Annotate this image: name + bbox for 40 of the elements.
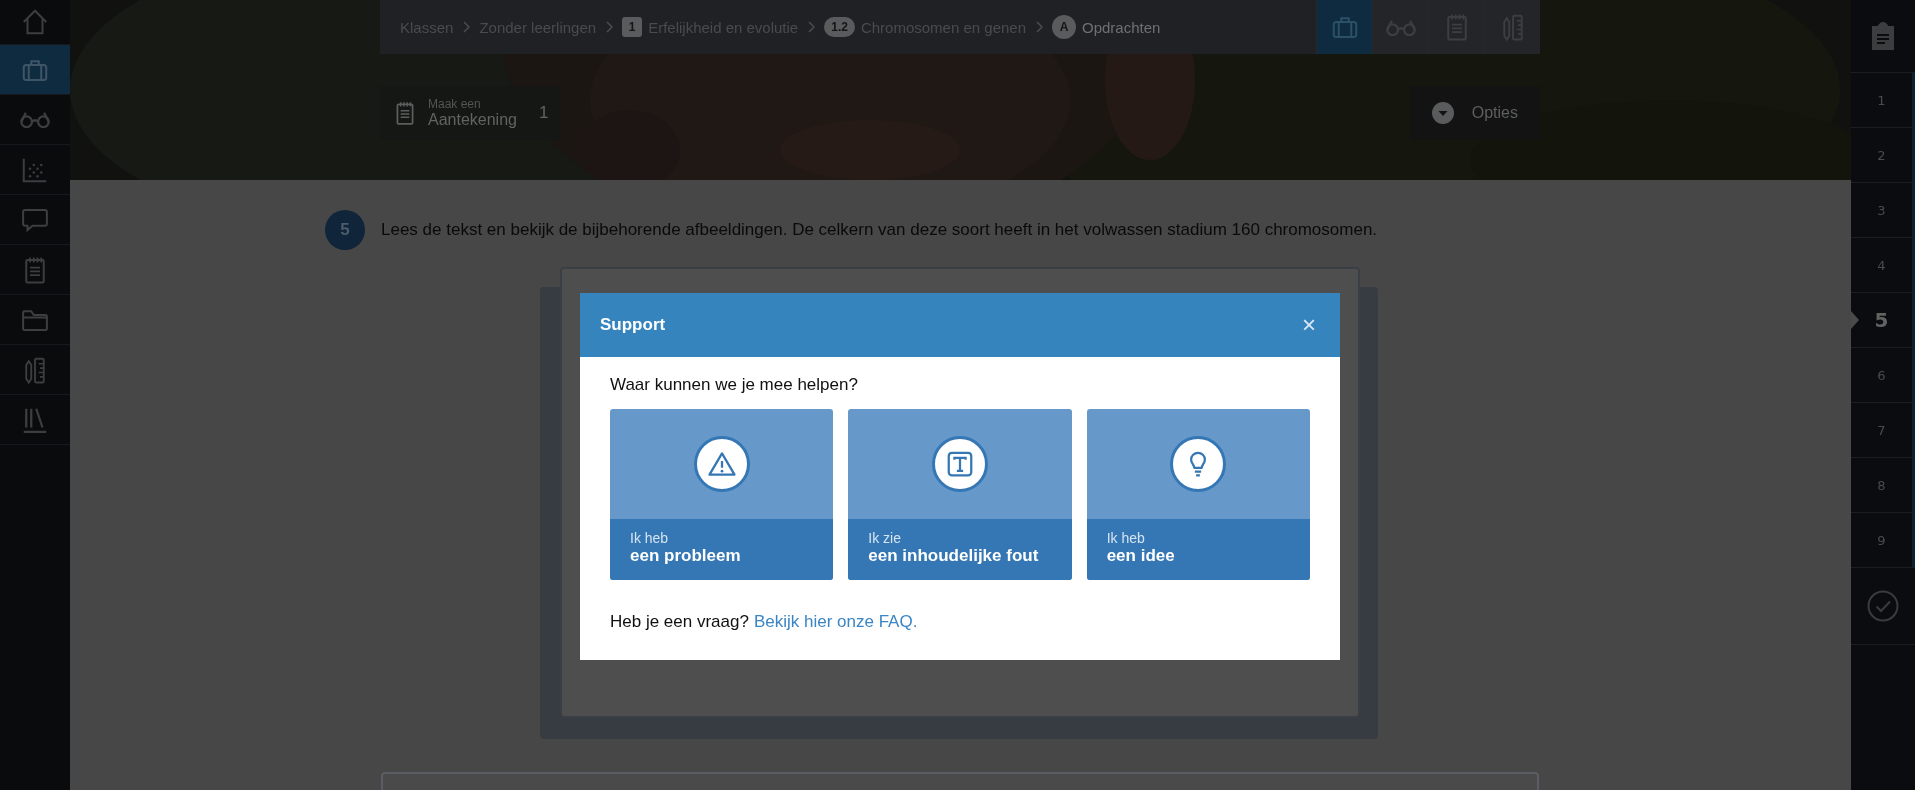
faq-link[interactable]: Bekijk hier onze FAQ. [753, 612, 918, 632]
toolbar-button[interactable] [1316, 0, 1372, 54]
check-circle-icon [1867, 590, 1899, 622]
support-option-tile[interactable]: Ik heb een idee [1086, 409, 1310, 580]
faq-question: Heb je een vraag? [610, 612, 749, 632]
support-option-tile[interactable]: Ik zie een inhoudelijke fout [848, 409, 1072, 580]
question-tab[interactable]: 6 [1851, 348, 1915, 403]
question-tab[interactable]: 8 [1851, 458, 1915, 513]
question-tab[interactable]: 5 [1851, 293, 1915, 348]
dropdown-icon [1431, 102, 1454, 124]
number-badge: A [1052, 15, 1076, 39]
dialog-title: Support [600, 315, 666, 335]
toolbar-button[interactable] [1372, 0, 1428, 54]
support-option-tile[interactable]: Ik heb een probleem [610, 409, 834, 580]
glasses-icon [1384, 18, 1417, 36]
question-number: 5 [325, 210, 365, 250]
chevron-icon [1034, 21, 1044, 33]
home-icon [20, 7, 50, 37]
options-button[interactable]: Opties [1409, 86, 1540, 140]
chevron-icon [806, 21, 817, 33]
question-tab[interactable]: 7 [1851, 403, 1915, 458]
question-tab[interactable]: 4 [1851, 238, 1915, 293]
chevron-icon [604, 21, 615, 33]
sidebar-item[interactable] [0, 45, 70, 95]
question-tab[interactable]: 3 [1851, 183, 1915, 238]
close-button[interactable]: × [1298, 313, 1320, 337]
question-tab[interactable]: 1 [1851, 73, 1915, 128]
question-text: Lees de tekst en bekijk de bijbehorende afbeeldingen. De celkern van deze soort heeft in het volwassen stadium 160 chromosomen. [381, 220, 1378, 240]
number-badge: 1 [622, 17, 643, 37]
question-tab[interactable]: 2 [1851, 128, 1915, 183]
number-badge: 1.2 [824, 17, 855, 37]
chevron-icon [461, 21, 472, 33]
text-box-icon [945, 449, 975, 479]
toolbar-button[interactable] [1484, 0, 1540, 54]
dialog-prompt: Waar kunnen we je mee helpen? [610, 375, 859, 395]
breadcrumb-label[interactable]: Opdrachten [1082, 18, 1161, 36]
clipboard-icon [1870, 21, 1896, 51]
warning-icon [706, 449, 737, 479]
question-tab[interactable]: 9 [1851, 513, 1915, 568]
glasses-icon [19, 111, 51, 128]
